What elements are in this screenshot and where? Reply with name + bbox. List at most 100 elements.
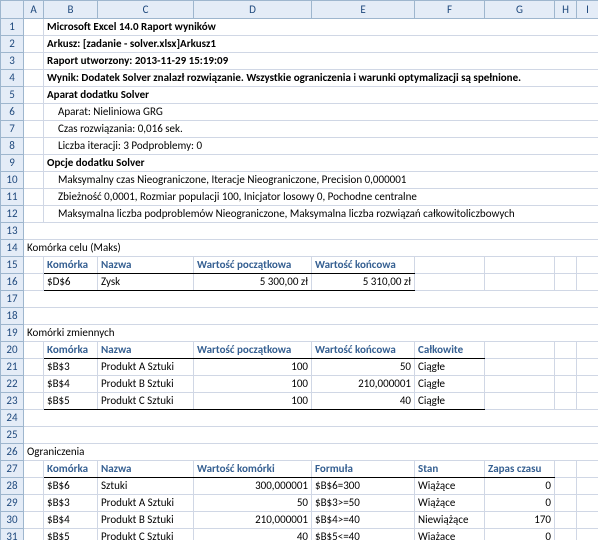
cell-A5[interactable] (24, 87, 44, 104)
cell-H28[interactable] (555, 478, 577, 495)
cell-A2[interactable] (24, 36, 44, 53)
cell-G30[interactable]: 170 (485, 512, 555, 529)
col-header-G[interactable]: G (485, 1, 555, 19)
row-header-20[interactable]: 20 (1, 342, 24, 359)
cell-F21[interactable]: Ciągłe (415, 359, 485, 376)
cell-C21[interactable]: Produkt A Sztuki (98, 359, 194, 376)
cell-B4[interactable]: Wynik: Dodatek Solver znalazł rozwiązani… (44, 70, 598, 87)
cell-E16[interactable]: 5 310,00 zł (312, 274, 415, 291)
cell-D23[interactable]: 100 (194, 393, 312, 410)
cell-F30[interactable]: Niewiążące (415, 512, 485, 529)
col-header-F[interactable]: F (415, 1, 485, 19)
select-all-corner[interactable] (1, 1, 24, 19)
cell-A28[interactable] (24, 478, 44, 495)
row-header-31[interactable]: 31 (1, 529, 24, 540)
cell-F29[interactable]: Wiążące (415, 495, 485, 512)
cell-I28[interactable] (577, 478, 598, 495)
cell-B6[interactable]: Aparat: Nieliniowa GRG (44, 104, 598, 121)
cell-F28[interactable]: Wiążące (415, 478, 485, 495)
cell-D21[interactable]: 100 (194, 359, 312, 376)
cell-B11[interactable]: Zbieżność 0,0001, Rozmiar populacji 100,… (44, 189, 598, 206)
cell-E28[interactable]: $B$6=300 (312, 478, 415, 495)
row-header-9[interactable]: 9 (1, 155, 24, 172)
cell-C29[interactable]: Produkt A Sztuki (98, 495, 194, 512)
cell-I21[interactable] (577, 359, 598, 376)
row-header-18[interactable]: 18 (1, 308, 24, 325)
cell-B3[interactable]: Raport utworzony: 2013-11-29 15:19:09 (44, 53, 598, 70)
cell-F31[interactable]: Wiążące (415, 529, 485, 540)
cell-A14[interactable]: Komórka celu (Maks) (24, 240, 598, 257)
cell-B29[interactable]: $B$3 (44, 495, 98, 512)
cell-row18[interactable] (24, 308, 598, 325)
cell-G22[interactable] (485, 376, 555, 393)
cell-E31[interactable]: $B$5<=40 (312, 529, 415, 540)
cell-G15[interactable] (485, 257, 555, 274)
cell-D15[interactable]: Wartość początkowa (194, 257, 312, 274)
cell-A8[interactable] (24, 138, 44, 155)
cell-D28[interactable]: 300,000001 (194, 478, 312, 495)
cell-A3[interactable] (24, 53, 44, 70)
cell-A6[interactable] (24, 104, 44, 121)
row-header-27[interactable]: 27 (1, 461, 24, 478)
row-header-10[interactable]: 10 (1, 172, 24, 189)
row-header-7[interactable]: 7 (1, 121, 24, 138)
cell-C23[interactable]: Produkt C Sztuki (98, 393, 194, 410)
cell-B30[interactable]: $B$4 (44, 512, 98, 529)
cell-B2[interactable]: Arkusz: [zadanie - solver.xlsx]Arkusz1 (44, 36, 598, 53)
cell-A20[interactable] (24, 342, 44, 359)
col-header-I[interactable]: I (577, 1, 598, 19)
cell-D20[interactable]: Wartość początkowa (194, 342, 312, 359)
cell-row25[interactable] (24, 427, 598, 444)
cell-G20[interactable] (485, 342, 555, 359)
cell-A10[interactable] (24, 172, 44, 189)
cell-C15[interactable]: Nazwa (98, 257, 194, 274)
cell-B20[interactable]: Komórka (44, 342, 98, 359)
cell-G23[interactable] (485, 393, 555, 410)
cell-E27[interactable]: Formuła (312, 461, 415, 478)
row-header-24[interactable]: 24 (1, 410, 24, 427)
row-header-29[interactable]: 29 (1, 495, 24, 512)
cell-H30[interactable] (555, 512, 577, 529)
cell-A31[interactable] (24, 529, 44, 540)
row-header-11[interactable]: 11 (1, 189, 24, 206)
cell-E30[interactable]: $B$4>=40 (312, 512, 415, 529)
cell-I31[interactable] (577, 529, 598, 540)
cell-F20[interactable]: Całkowite (415, 342, 485, 359)
cell-B1[interactable]: Microsoft Excel 14.0 Raport wyników (44, 19, 598, 36)
col-header-A[interactable]: A (24, 1, 44, 19)
cell-A15[interactable] (24, 257, 44, 274)
cell-G21[interactable] (485, 359, 555, 376)
cell-C22[interactable]: Produkt B Sztuki (98, 376, 194, 393)
cell-B12[interactable]: Maksymalna liczba podproblemów Nieograni… (44, 206, 598, 223)
cell-A19[interactable]: Komórki zmiennych (24, 325, 598, 342)
row-header-23[interactable]: 23 (1, 393, 24, 410)
cell-B10[interactable]: Maksymalny czas Nieograniczone, Iteracje… (44, 172, 598, 189)
cell-row13[interactable] (24, 223, 598, 240)
row-header-5[interactable]: 5 (1, 87, 24, 104)
cell-I22[interactable] (577, 376, 598, 393)
cell-I27[interactable] (577, 461, 598, 478)
cell-E23[interactable]: 40 (312, 393, 415, 410)
cell-B16[interactable]: $D$6 (44, 274, 98, 291)
cell-E21[interactable]: 50 (312, 359, 415, 376)
cell-A1[interactable] (24, 19, 44, 36)
cell-C28[interactable]: Sztuki (98, 478, 194, 495)
row-header-25[interactable]: 25 (1, 427, 24, 444)
row-header-19[interactable]: 19 (1, 325, 24, 342)
cell-row24[interactable] (24, 410, 598, 427)
cell-A22[interactable] (24, 376, 44, 393)
spreadsheet-grid[interactable]: A B C D E F G H I 1 Microsoft Excel 14.0… (0, 0, 598, 540)
row-header-6[interactable]: 6 (1, 104, 24, 121)
cell-H22[interactable] (555, 376, 577, 393)
row-header-16[interactable]: 16 (1, 274, 24, 291)
cell-row17[interactable] (24, 291, 598, 308)
cell-I30[interactable] (577, 512, 598, 529)
cell-C27[interactable]: Nazwa (98, 461, 194, 478)
cell-A16[interactable] (24, 274, 44, 291)
row-header-8[interactable]: 8 (1, 138, 24, 155)
row-header-1[interactable]: 1 (1, 19, 24, 36)
row-header-13[interactable]: 13 (1, 223, 24, 240)
cell-B5[interactable]: Aparat dodatku Solver (44, 87, 598, 104)
cell-I16[interactable] (577, 274, 598, 291)
cell-E22[interactable]: 210,000001 (312, 376, 415, 393)
